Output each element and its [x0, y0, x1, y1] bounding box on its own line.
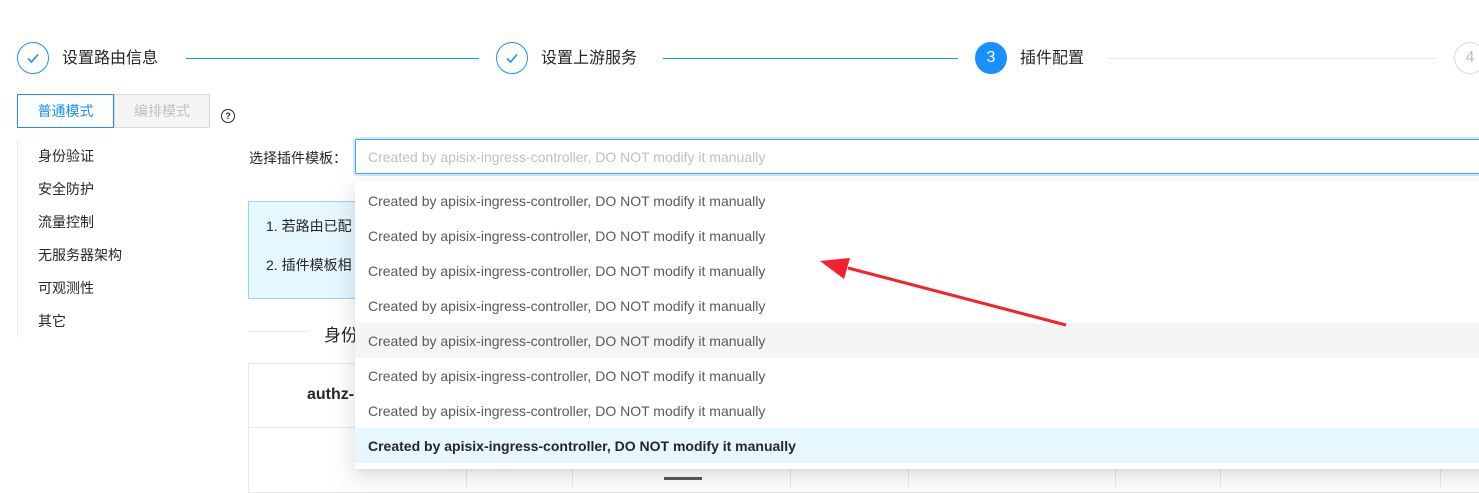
- template-select-placeholder: Created by apisix-ingress-controller, DO…: [368, 148, 766, 165]
- template-option[interactable]: Created by apisix-ingress-controller, DO…: [355, 253, 1479, 288]
- template-select-label: 选择插件模板：: [249, 150, 347, 166]
- template-option-hovered[interactable]: Created by apisix-ingress-controller, DO…: [355, 323, 1479, 358]
- step-4-number: 4: [1454, 42, 1479, 74]
- alert-line-1: 1. 若路由已配: [266, 218, 352, 234]
- orchestration-mode-button[interactable]: 编排模式: [114, 94, 210, 128]
- category-item-other[interactable]: 其它: [38, 311, 66, 331]
- step-2-title: 设置上游服务: [541, 50, 638, 67]
- category-item-serverless[interactable]: 无服务器架构: [38, 245, 122, 265]
- section-divider: [248, 331, 308, 332]
- plugin-category-menu: 身份验证 安全防护 流量控制 无服务器架构 可观测性 其它: [17, 140, 228, 337]
- section-title: 身份: [324, 326, 358, 345]
- category-item-traffic-control[interactable]: 流量控制: [38, 212, 94, 232]
- step-connector-3: [1108, 58, 1436, 59]
- step-2-finished-icon: [496, 42, 528, 74]
- step-1-finished-icon: [17, 42, 49, 74]
- template-option[interactable]: Created by apisix-ingress-controller, DO…: [355, 288, 1479, 323]
- step-connector-2: [663, 58, 958, 59]
- template-option[interactable]: Created by apisix-ingress-controller, DO…: [355, 393, 1479, 428]
- template-option[interactable]: Created by apisix-ingress-controller, DO…: [355, 183, 1479, 218]
- question-circle-icon[interactable]: ?: [221, 109, 235, 123]
- normal-mode-button[interactable]: 普通模式: [17, 94, 114, 128]
- step-1-title: 设置路由信息: [62, 50, 159, 67]
- plugin-card-title: authz-: [307, 386, 355, 403]
- category-item-observability[interactable]: 可观测性: [38, 278, 94, 298]
- step-3-number: 3: [975, 42, 1007, 74]
- category-item-authentication[interactable]: 身份验证: [38, 146, 94, 166]
- template-option-selected[interactable]: Created by apisix-ingress-controller, DO…: [355, 428, 1479, 463]
- check-icon: [27, 53, 39, 64]
- template-dropdown: Created by apisix-ingress-controller, DO…: [355, 181, 1479, 469]
- template-option[interactable]: Created by apisix-ingress-controller, DO…: [355, 358, 1479, 393]
- category-item-security[interactable]: 安全防护: [38, 179, 94, 199]
- template-select[interactable]: Created by apisix-ingress-controller, DO…: [355, 139, 1479, 174]
- template-option[interactable]: Created by apisix-ingress-controller, DO…: [355, 218, 1479, 253]
- alert-line-2: 2. 插件模板相: [266, 257, 352, 273]
- step-3-title: 插件配置: [1020, 50, 1085, 67]
- step-connector-1: [186, 58, 479, 59]
- check-icon: [506, 53, 518, 64]
